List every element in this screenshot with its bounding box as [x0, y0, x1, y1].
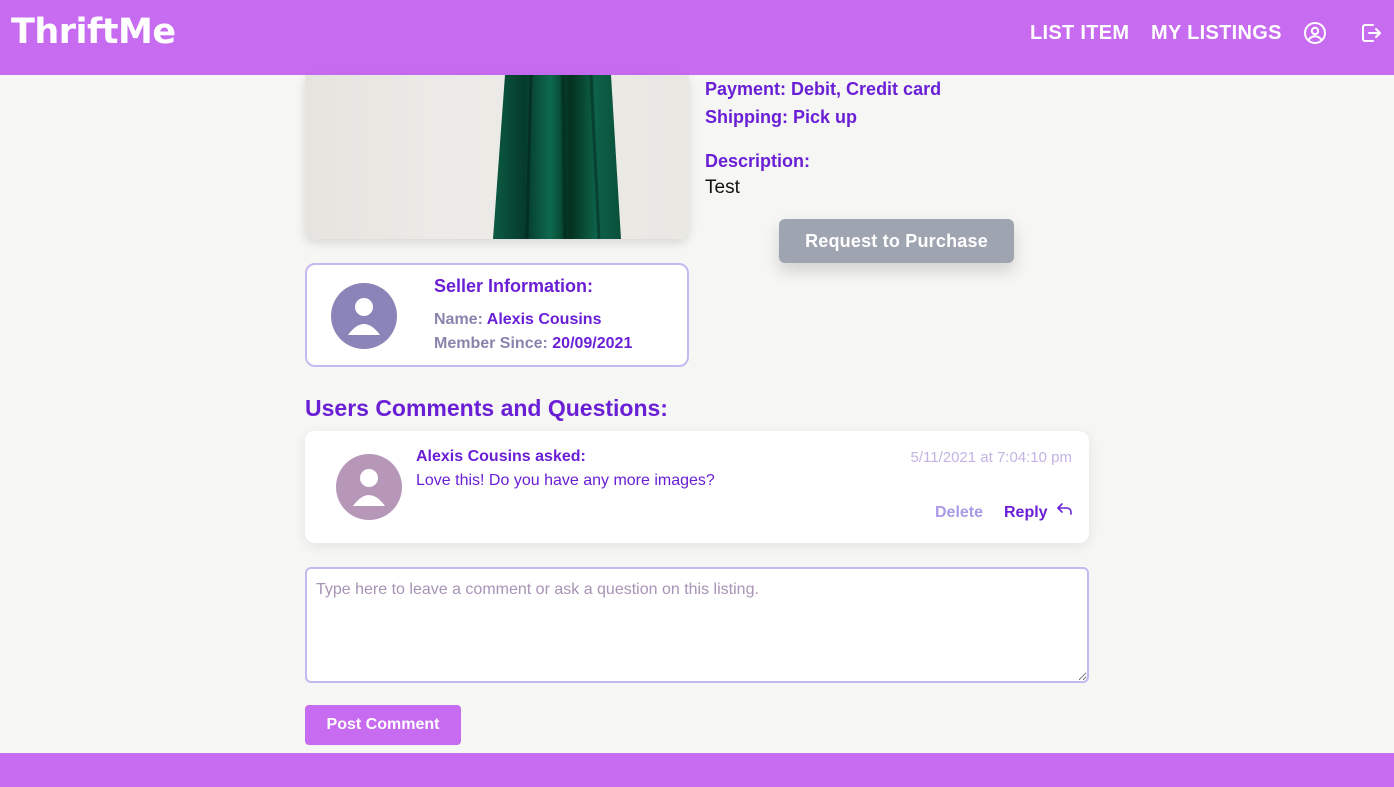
shipping-label: Shipping: — [705, 107, 788, 127]
nav-list-item-link[interactable]: LIST ITEM — [1030, 22, 1129, 45]
logout-icon[interactable] — [1359, 21, 1383, 45]
comments-heading: Users Comments and Questions: — [305, 395, 668, 421]
seller-name: Name: Alexis Cousins — [434, 311, 601, 329]
comment-timestamp: 5/11/2021 at 7:04:10 pm — [910, 449, 1072, 466]
payment-label: Payment: — [705, 79, 787, 99]
comment-item: Alexis Cousins asked: Love this! Do you … — [305, 431, 1089, 543]
green-dress-image — [493, 75, 621, 239]
post-comment-button[interactable]: Post Comment — [305, 705, 461, 745]
reply-arrow-icon[interactable] — [1056, 501, 1074, 519]
shipping-info: Shipping: Pick up — [705, 107, 857, 128]
payment-value: Debit, Credit card — [791, 79, 942, 99]
seller-info-card: Seller Information: Name: Alexis Cousins… — [305, 263, 689, 367]
comment-text: Love this! Do you have any more images? — [416, 472, 715, 489]
nav-my-listings-link[interactable]: MY LISTINGS — [1151, 22, 1282, 45]
payment-info: Payment: Debit, Credit card — [705, 79, 941, 100]
comment-author: Alexis Cousins asked: — [416, 448, 586, 465]
seller-member-since: Member Since: 20/09/2021 — [434, 335, 632, 353]
seller-info-title: Seller Information: — [434, 276, 594, 296]
app-logo[interactable]: ThriftMe — [11, 12, 176, 52]
commenter-avatar-icon — [336, 454, 402, 520]
shipping-value: Pick up — [793, 107, 858, 127]
product-image — [305, 75, 689, 239]
comment-delete-button[interactable]: Delete — [935, 504, 983, 522]
seller-since-value: 20/09/2021 — [552, 335, 633, 352]
comment-textarea[interactable] — [305, 567, 1089, 683]
seller-avatar-icon — [331, 283, 397, 349]
description-text: Test — [705, 177, 740, 198]
description-label: Description: — [705, 151, 811, 171]
request-to-purchase-button[interactable]: Request to Purchase — [779, 219, 1014, 263]
top-navbar: ThriftMe LIST ITEM MY LISTINGS — [0, 0, 1394, 75]
footer-bar — [0, 753, 1394, 787]
seller-name-value: Alexis Cousins — [486, 311, 602, 328]
user-circle-icon[interactable] — [1303, 21, 1327, 45]
seller-since-label: Member Since: — [434, 335, 548, 352]
seller-name-label: Name: — [434, 311, 483, 328]
comment-reply-button[interactable]: Reply — [1004, 504, 1048, 522]
